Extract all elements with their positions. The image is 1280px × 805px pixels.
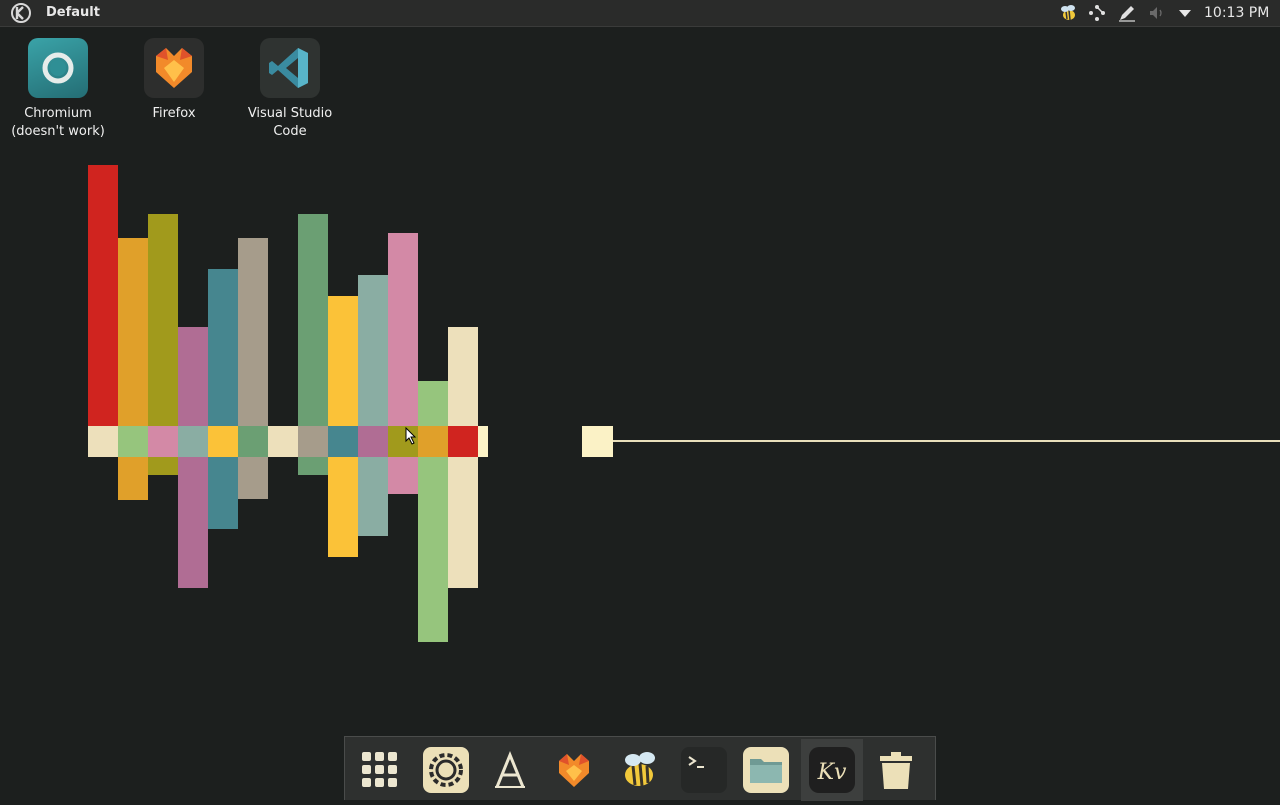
chromium-icon (28, 38, 88, 98)
clock[interactable]: 10:13 PM (1204, 5, 1269, 21)
trash-icon[interactable] (873, 747, 919, 793)
visualizer-bar (208, 457, 238, 529)
visualizer-bar (298, 214, 328, 426)
visualizer-bar (418, 457, 448, 642)
desktop-icon-label: Visual Studio (247, 106, 333, 121)
volume-icon[interactable] (1147, 3, 1167, 23)
settings-gear-icon[interactable] (423, 747, 469, 793)
svg-text:Kv: Kv (817, 760, 847, 785)
visualizer-cell (208, 426, 238, 457)
visualizer-bar (178, 457, 208, 588)
visualizer-bar (388, 457, 418, 494)
visualizer-bar (388, 233, 418, 426)
mouse-cursor-icon (405, 427, 417, 445)
visualizer-bar (328, 296, 358, 426)
expand-arrow-icon[interactable] (1175, 3, 1195, 23)
visualizer-bar (358, 457, 388, 536)
firefox-icon[interactable] (551, 747, 597, 793)
visualizer-cell (88, 426, 118, 457)
visualizer-bar (178, 327, 208, 426)
bee-icon[interactable] (617, 747, 663, 793)
visualizer-bar (88, 165, 118, 426)
firefox-icon (144, 38, 204, 98)
desktop-icon-chromium[interactable]: Chromium (doesn't work) (3, 38, 113, 141)
visualizer-cell (478, 426, 488, 457)
visualizer-cell (238, 426, 268, 457)
network-icon[interactable] (1087, 3, 1107, 23)
visualizer-bar (238, 238, 268, 426)
activity-title[interactable]: Default (46, 5, 100, 20)
visualizer-bar (418, 381, 448, 426)
visualizer-cell (328, 426, 358, 457)
text-font-icon[interactable] (487, 747, 533, 793)
visualizer-bar (208, 269, 238, 426)
terminal-icon[interactable] (681, 747, 727, 793)
desktop-icon-label: Chromium (24, 106, 92, 121)
visualizer-bar (238, 457, 268, 499)
visualizer-bar (148, 214, 178, 426)
app-grid-icon[interactable] (357, 747, 403, 793)
kde-menu-icon[interactable] (9, 2, 33, 24)
visualizer-cell (268, 426, 298, 457)
visualizer-cell (148, 426, 178, 457)
desktop-icon-vscode[interactable]: Visual Studio Code (235, 38, 345, 141)
visualizer-bar (298, 457, 328, 475)
progress-marker[interactable] (582, 426, 613, 457)
desktop-icon-label: Firefox (152, 106, 196, 121)
folder-icon[interactable] (743, 747, 789, 793)
desktop-icon-firefox[interactable]: Firefox (119, 38, 229, 123)
kv-icon[interactable]: Kv (801, 739, 863, 801)
visualizer-bar (448, 457, 478, 588)
visualizer-cell (418, 426, 448, 457)
desktop-icon-label: Code (273, 124, 307, 139)
visualizer-cell (178, 426, 208, 457)
dock: Kv (344, 736, 936, 801)
top-panel: Default 10:13 PM (0, 0, 1280, 27)
visualizer-bar (328, 457, 358, 557)
visualizer-bar (358, 275, 388, 426)
vscode-icon (260, 38, 320, 98)
bee-icon[interactable] (1058, 3, 1078, 23)
visualizer-cell (448, 426, 478, 457)
pen-icon[interactable] (1117, 3, 1137, 23)
visualizer-cell (298, 426, 328, 457)
visualizer-bar (148, 457, 178, 475)
desktop-icon-label: (doesn't work) (11, 124, 105, 139)
visualizer-bar (118, 457, 148, 500)
progress-line (613, 440, 1280, 442)
visualizer-cell (118, 426, 148, 457)
visualizer-cell (358, 426, 388, 457)
visualizer-bar (448, 327, 478, 426)
visualizer-bar (118, 238, 148, 426)
